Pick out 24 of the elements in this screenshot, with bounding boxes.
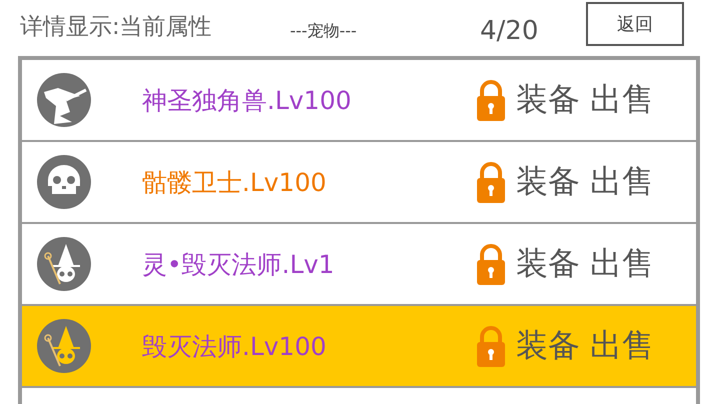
lock-icon[interactable]	[476, 325, 506, 367]
equip-button[interactable]: 装备	[516, 242, 580, 286]
equip-button[interactable]: 装备	[516, 324, 580, 368]
pet-row[interactable]: 毁灭法师.Lv100 装备 出售	[22, 306, 696, 388]
pet-name: 骷髅卫士.Lv100	[142, 166, 328, 198]
lock-icon[interactable]	[476, 243, 506, 285]
pet-name: 神圣独角兽.Lv100	[142, 84, 352, 116]
pet-name: 灵•毁灭法师.Lv1	[142, 248, 336, 280]
sell-button[interactable]: 出售	[590, 160, 654, 204]
sell-button[interactable]: 出售	[590, 78, 654, 122]
page-title: 详情显示:当前属性	[20, 13, 213, 42]
pet-count: 4/20	[480, 16, 540, 48]
wizard-icon	[36, 318, 92, 374]
category-label: ---宠物---	[290, 21, 358, 42]
equip-button[interactable]: 装备	[516, 78, 580, 122]
lock-icon[interactable]	[476, 161, 506, 203]
sell-button[interactable]: 出售	[590, 242, 654, 286]
back-button[interactable]: 返回	[586, 2, 684, 46]
sell-button[interactable]: 出售	[590, 324, 654, 368]
lock-icon[interactable]	[476, 79, 506, 121]
pet-name: 毁灭法师.Lv100	[142, 330, 328, 362]
wizard-icon	[36, 236, 92, 292]
equip-button[interactable]: 装备	[516, 160, 580, 204]
skull-icon	[36, 154, 92, 210]
